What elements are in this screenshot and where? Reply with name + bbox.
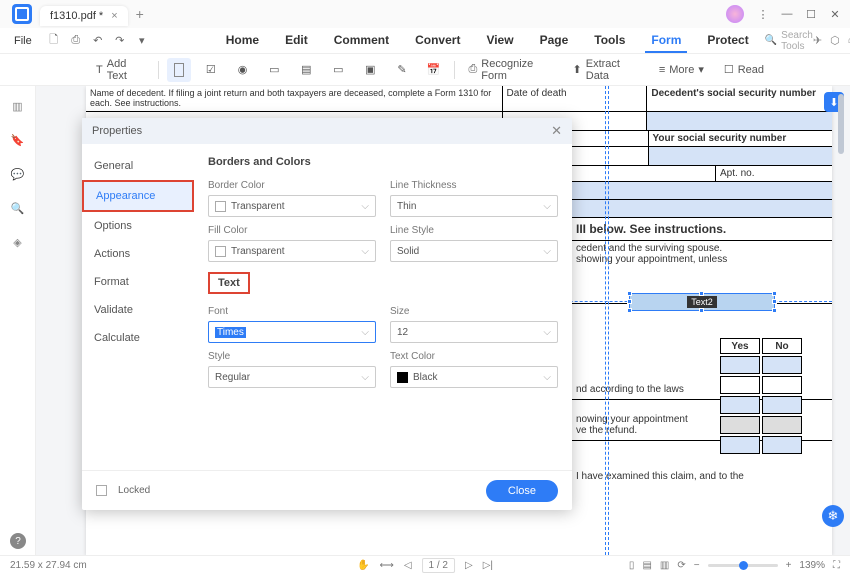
menu-convert[interactable]: Convert [409,29,466,53]
checkbox-tool[interactable]: ☑ [199,58,223,82]
view-continuous-icon[interactable]: ▤ [642,560,651,571]
undo-icon[interactable]: ↶ [90,33,106,49]
menu-home[interactable]: Home [220,29,265,53]
nav-general[interactable]: General [82,152,194,180]
save-icon[interactable]: 🗋 [46,33,62,49]
button-tool[interactable]: ▭ [326,58,350,82]
fit-width-icon[interactable]: ⟷ [379,560,393,571]
close-tab-icon[interactable]: × [111,10,117,22]
scrollbar[interactable] [838,94,844,154]
properties-dialog: Properties ✕ General Appearance Options … [82,118,572,510]
image-tool[interactable]: ▣ [358,58,382,82]
list-tool[interactable]: ▤ [294,58,318,82]
hand-tool-icon[interactable]: ✋ [357,560,369,571]
search-icon: 🔍 [765,35,777,46]
zoom-in-icon[interactable]: + [786,560,792,571]
bookmarks-icon[interactable]: 🔖 [10,132,26,148]
view-facing-icon[interactable]: ▥ [660,560,669,571]
app-logo [12,4,32,24]
recognize-form-button[interactable]: ⎙ Recognize Form [462,55,558,85]
maximize-icon[interactable]: ☐ [800,3,822,25]
read-toggle[interactable]: ☐ Read [718,60,770,79]
file-menu[interactable]: File [6,35,40,47]
style-select[interactable]: Regular [208,366,376,388]
signature-tool[interactable]: ✎ [390,58,413,82]
next-page-icon[interactable]: ▷ [465,560,473,571]
fullscreen-icon[interactable]: ⛶ [833,560,840,571]
last-page-icon[interactable]: ▷| [483,560,493,571]
rotate-icon[interactable]: ⟳ [677,560,685,571]
dialog-title: Properties [92,125,142,137]
menu-tools[interactable]: Tools [588,29,631,53]
field-label: Text2 [687,296,717,308]
menu-protect[interactable]: Protect [701,29,754,53]
dropdown-icon[interactable]: ▾ [134,33,150,49]
more-button[interactable]: ≡ More ▾ [653,60,710,79]
search-tools[interactable]: 🔍 Search Tools [765,30,813,52]
nav-validate[interactable]: Validate [82,296,194,324]
extract-data-button[interactable]: ⬆ Extract Data [567,55,645,85]
menu-comment[interactable]: Comment [328,29,395,53]
menu-page[interactable]: Page [534,29,575,53]
menu-edit[interactable]: Edit [279,29,314,53]
close-button[interactable]: Close [486,480,558,502]
section-text: Text [208,272,250,294]
radio-tool[interactable]: ◉ [231,58,255,82]
nav-format[interactable]: Format [82,268,194,296]
locked-checkbox[interactable]: Locked [96,485,150,496]
user-avatar[interactable] [726,5,744,23]
zoom-out-icon[interactable]: − [694,560,700,571]
redo-icon[interactable]: ↷ [112,33,128,49]
menu-form[interactable]: Form [645,29,687,53]
search-panel-icon[interactable]: 🔍 [10,200,26,216]
view-single-icon[interactable]: ▯ [629,560,635,571]
doc-text: Name of decedent. If filing a joint retu… [86,86,503,111]
layers-icon[interactable]: ◈ [10,234,26,250]
date-tool[interactable]: 📅 [422,58,446,82]
print-icon[interactable]: ⎙ [68,33,84,49]
nav-calculate[interactable]: Calculate [82,324,194,352]
menu-view[interactable]: View [480,29,519,53]
kebab-icon[interactable]: ⋮ [752,3,774,25]
doc-text: Decedent's social security number [647,86,832,111]
doc-text: Date of death [503,86,648,111]
thumbnails-icon[interactable]: ▥ [10,98,26,114]
assistant-icon[interactable]: ❄ [822,505,844,527]
nav-options[interactable]: Options [82,212,194,240]
yes-no-table: YesNo [718,336,804,456]
page-indicator[interactable]: 1 / 2 [422,558,455,573]
cloud-icon[interactable]: ⬡ [830,34,840,47]
minimize-icon[interactable]: — [776,3,798,25]
border-color-select[interactable]: Transparent [208,195,376,217]
combo-tool[interactable]: ▭ [262,58,286,82]
line-thickness-select[interactable]: Thin [390,195,558,217]
send-icon[interactable]: ✈ [813,34,822,47]
main-menu: Home Edit Comment Convert View Page Tool… [220,29,755,53]
nav-actions[interactable]: Actions [82,240,194,268]
text-field-tool[interactable] [167,58,191,82]
document-tab[interactable]: f1310.pdf * × [40,6,128,26]
zoom-level[interactable]: 139% [799,560,825,571]
prev-page-icon[interactable]: ◁ [404,560,412,571]
text-color-select[interactable]: Black [390,366,558,388]
comments-icon[interactable]: 💬 [10,166,26,182]
close-window-icon[interactable]: ✕ [824,3,846,25]
section-borders: Borders and Colors [208,156,558,168]
size-select[interactable]: 12 [390,321,558,343]
nav-appearance[interactable]: Appearance [82,180,194,212]
new-tab-button[interactable]: + [136,6,144,22]
fill-color-select[interactable]: Transparent [208,240,376,262]
selected-form-field[interactable]: Text2 [629,293,775,311]
line-style-select[interactable]: Solid [390,240,558,262]
add-text-button[interactable]: T Add Text [90,55,150,85]
font-select[interactable]: Times [208,321,376,343]
help-icon[interactable]: ? [10,533,26,549]
tab-title: f1310.pdf * [50,10,103,22]
status-coords: 21.59 x 27.94 cm [10,560,87,571]
zoom-slider[interactable] [708,564,778,567]
dialog-close-icon[interactable]: ✕ [551,123,562,139]
